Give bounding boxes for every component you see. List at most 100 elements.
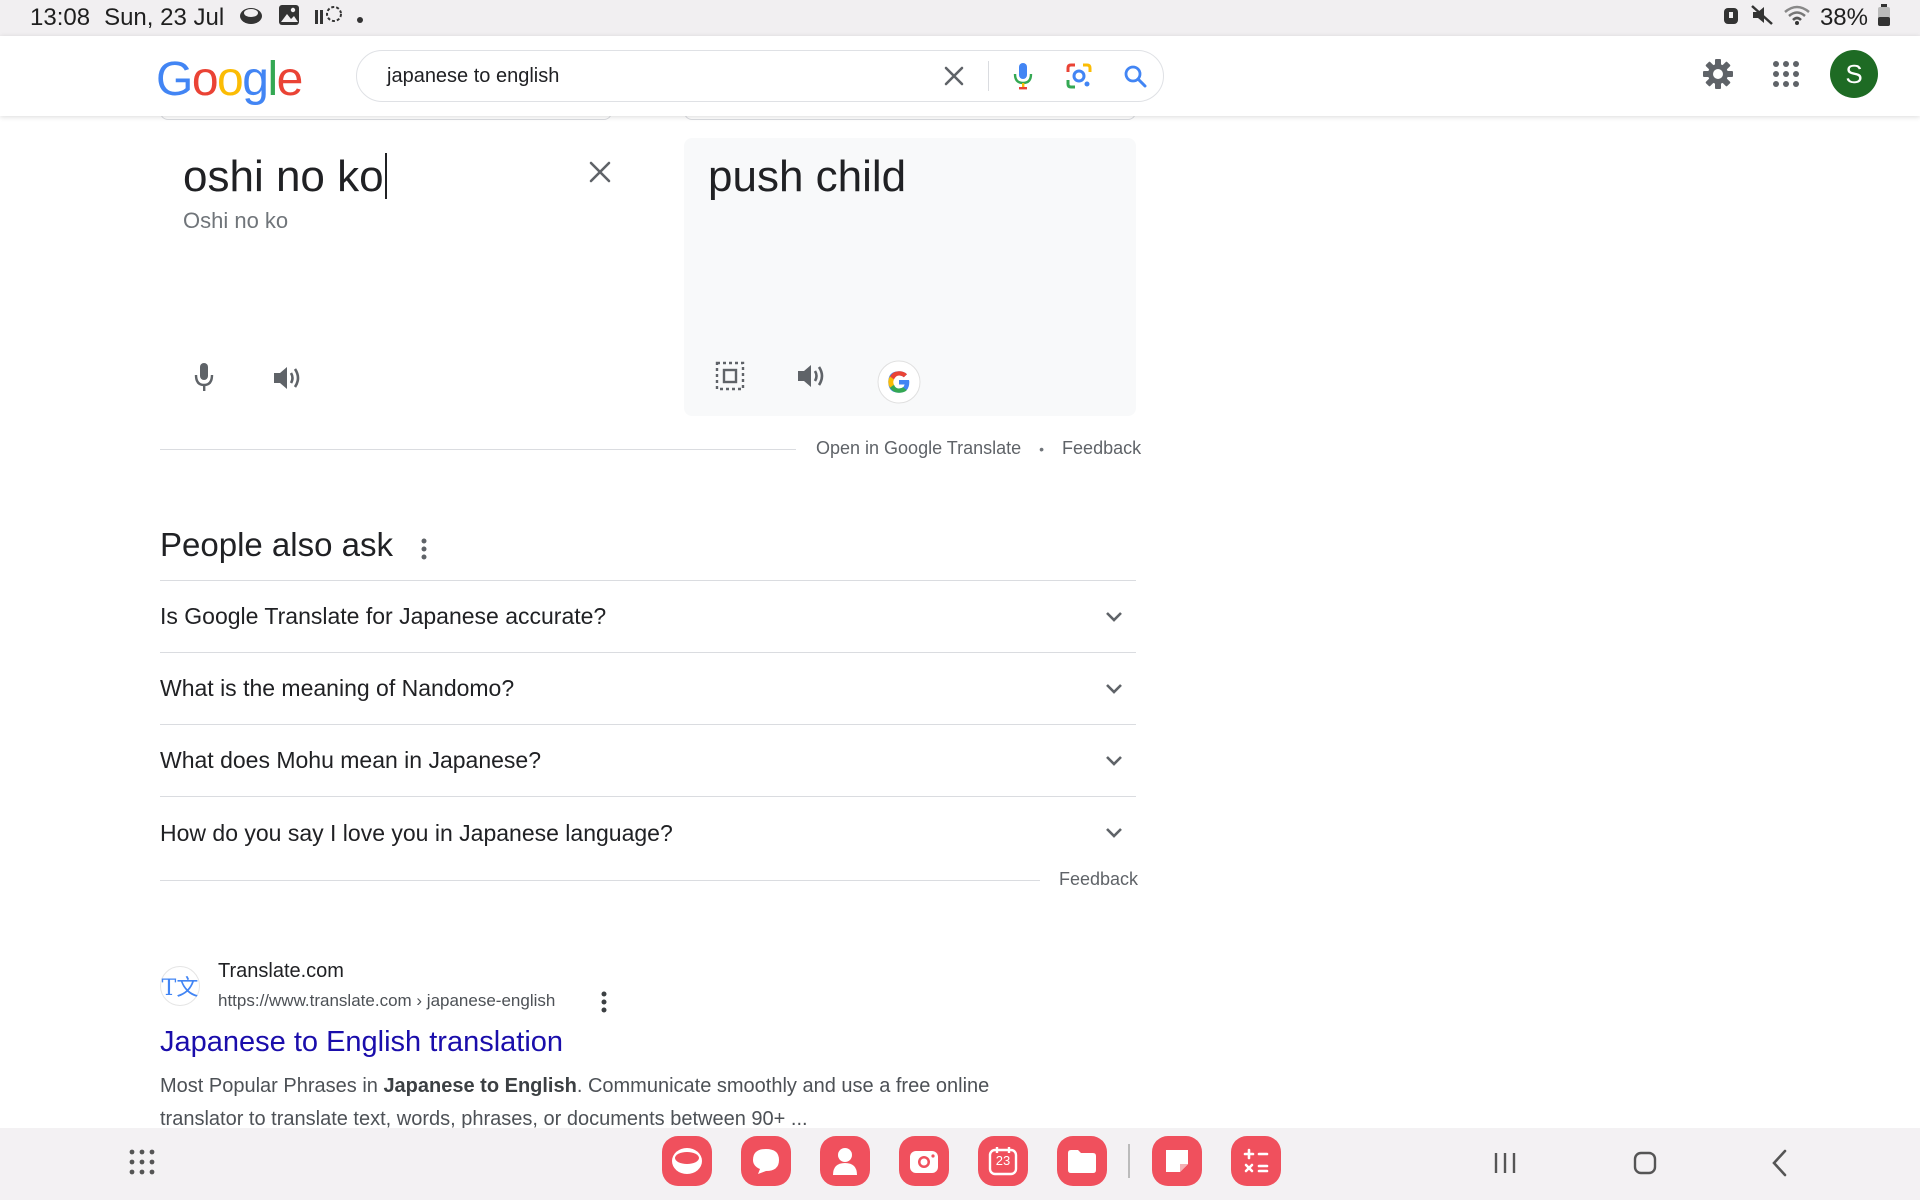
text-cursor (384, 153, 387, 199)
more-vert-icon (601, 991, 607, 1013)
divider (160, 449, 796, 450)
internet-app-button[interactable] (662, 1136, 712, 1186)
result-url[interactable]: https://www.translate.com › japanese-eng… (218, 991, 555, 1011)
paa-feedback-link[interactable]: Feedback (1059, 869, 1138, 890)
internet-icon (672, 1148, 702, 1174)
notes-icon (1166, 1150, 1188, 1172)
battery-level: 38% (1819, 4, 1868, 31)
account-button[interactable]: S (1830, 48, 1878, 100)
clear-search-button[interactable] (926, 50, 982, 102)
paa-question-text: What is the meaning of Nandomo? (160, 675, 515, 701)
camera-app-button[interactable] (899, 1136, 949, 1186)
footer-separator: • (1039, 440, 1045, 457)
logo-letter: e (276, 53, 304, 106)
apps-grid-icon (129, 1149, 155, 1175)
result-site-name[interactable]: Translate.com (218, 960, 344, 983)
search-bar[interactable]: japanese to english (356, 50, 1164, 102)
contacts-app-button[interactable] (820, 1136, 870, 1186)
recents-icon (1494, 1153, 1516, 1173)
close-icon (944, 66, 964, 86)
search-input[interactable]: japanese to english (387, 65, 926, 88)
logo-letter: g (242, 53, 269, 106)
paa-question[interactable]: What is the meaning of Nandomo? (160, 653, 1136, 725)
clear-source-button[interactable] (580, 152, 620, 192)
translate-feedback-link[interactable]: Feedback (1062, 438, 1141, 459)
search-submit-button[interactable] (1107, 50, 1163, 102)
chevron-down-icon (1098, 817, 1130, 849)
alarm-icon (1722, 4, 1740, 32)
result-more-options-button[interactable] (592, 990, 616, 1014)
result-title-link[interactable]: Japanese to English translation (160, 1026, 563, 1059)
nfc-icon (314, 4, 343, 32)
status-time: 13:08 (30, 4, 91, 31)
select-all-icon (715, 361, 745, 391)
snippet-highlight: Japanese to English (383, 1075, 577, 1097)
target-listen-button[interactable] (790, 354, 834, 398)
recent-apps-button[interactable] (1492, 1150, 1518, 1181)
people-also-ask-heading: People also ask (160, 526, 393, 563)
back-button[interactable] (1770, 1148, 1790, 1183)
avatar: S (1830, 50, 1878, 98)
messages-app-button[interactable] (741, 1136, 791, 1186)
speaker-icon (798, 365, 824, 387)
google-apps-button[interactable] (1762, 48, 1810, 100)
home-icon (1633, 1151, 1657, 1175)
gear-icon (1703, 59, 1733, 89)
my-files-app-button[interactable] (1057, 1136, 1107, 1186)
folder-icon (1068, 1150, 1096, 1173)
back-icon (1772, 1149, 1787, 1177)
logo-letter: G (156, 53, 193, 106)
taskbar: 23 (0, 1128, 1920, 1200)
people-also-ask-list: Is Google Translate for Japanese accurat… (160, 580, 1136, 869)
source-listen-button[interactable] (266, 356, 310, 400)
paa-more-options-button[interactable] (412, 534, 436, 564)
paa-question-text: How do you say I love you in Japanese la… (160, 819, 673, 846)
logo-letter: l (267, 53, 278, 106)
dot-icon (356, 7, 364, 30)
google-logo[interactable]: Google (156, 52, 304, 107)
google-g-logo[interactable] (877, 360, 921, 409)
google-g-icon (877, 360, 921, 404)
voice-search-button[interactable] (995, 50, 1051, 102)
lens-search-button[interactable] (1051, 50, 1107, 102)
select-text-button[interactable] (708, 354, 752, 398)
microphone-icon (1013, 63, 1033, 90)
microphone-icon (194, 363, 214, 391)
notes-app-button[interactable] (1152, 1136, 1202, 1186)
more-vert-icon (421, 538, 427, 560)
paa-question-text: What does Mohu mean in Japanese? (160, 747, 542, 773)
settings-button[interactable] (1694, 48, 1742, 100)
close-icon (589, 161, 611, 183)
chevron-down-icon (1098, 745, 1130, 777)
app-drawer-button[interactable] (128, 1148, 156, 1181)
calculator-app-button[interactable] (1231, 1136, 1281, 1186)
wifi-icon (1784, 4, 1810, 32)
logo-letter: o (191, 53, 219, 106)
source-voice-input-button[interactable] (182, 356, 226, 400)
open-in-google-translate-link[interactable]: Open in Google Translate (816, 438, 1021, 459)
source-romanization: Oshi no ko (183, 208, 289, 233)
gallery-icon (278, 4, 300, 32)
calculator-icon (1243, 1148, 1269, 1173)
home-button[interactable] (1632, 1150, 1658, 1181)
google-lens-icon (1066, 63, 1092, 89)
source-text-input[interactable]: oshi no ko (183, 152, 387, 202)
search-header: Google japanese to english S (0, 36, 1920, 116)
camera-icon (910, 1151, 938, 1173)
paa-question[interactable]: How do you say I love you in Japanese la… (160, 797, 1136, 869)
logo-letter: o (217, 53, 244, 106)
speaker-icon (274, 367, 300, 389)
messages-icon (753, 1149, 779, 1174)
status-bar: 13:08 Sun, 23 Jul 38% (0, 0, 1920, 36)
translate-footer: Open in Google Translate • Feedback (816, 438, 1141, 459)
search-divider (988, 61, 989, 91)
divider (160, 880, 1040, 881)
translate-source-panel[interactable]: oshi no ko Oshi no ko (160, 138, 612, 416)
paa-question[interactable]: What does Mohu mean in Japanese? (160, 725, 1136, 797)
paa-question[interactable]: Is Google Translate for Japanese accurat… (160, 581, 1136, 653)
calendar-app-button[interactable]: 23 (978, 1136, 1028, 1186)
translated-text[interactable]: push child (708, 152, 906, 202)
contacts-icon (833, 1148, 857, 1175)
mute-icon (1750, 4, 1774, 32)
battery-icon (1878, 4, 1890, 32)
